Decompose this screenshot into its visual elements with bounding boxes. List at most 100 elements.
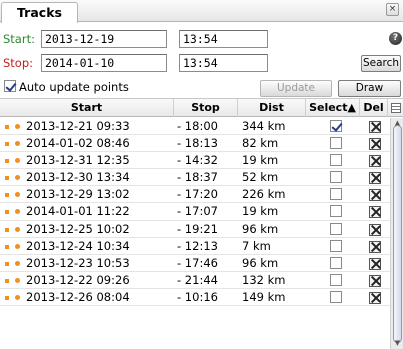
row-select-checkbox[interactable] [330,256,342,269]
row-select-checkbox[interactable] [330,137,342,150]
row-stop: - 18:37 [177,170,218,185]
row-select-checkbox[interactable] [330,205,342,218]
track-marker-icon [5,227,9,232]
delete-icon[interactable] [369,189,381,202]
help-icon[interactable]: ? [389,32,402,45]
row-dist: 149 km [242,289,286,304]
track-point-icon [15,124,20,129]
row-stop: - 21:44 [177,272,218,287]
delete-icon[interactable] [369,155,381,168]
row-start: 2013-12-24 10:34 [26,238,130,253]
stop-date-field[interactable]: 2014-01-10 [41,54,167,72]
delete-icon[interactable] [369,138,381,151]
track-marker-icon [5,193,9,198]
row-select-checkbox[interactable] [330,222,342,235]
column-menu-button[interactable] [388,99,403,117]
row-dist: 132 km [242,272,286,287]
row-select-checkbox[interactable] [330,239,342,252]
table-row[interactable]: 2013-12-30 13:34 - 18:37 52 km [0,169,390,187]
row-stop: - 14:32 [177,153,218,168]
track-list: 2013-12-21 09:33 - 18:00 344 km 2014-01-02 … [0,118,390,307]
columns-menu-icon [391,103,401,113]
vertical-scrollbar[interactable]: ▲ ▼ [390,118,403,349]
delete-icon[interactable] [369,257,381,270]
update-points-button[interactable]: Update points [260,80,332,109]
track-point-icon [15,158,20,164]
row-select-checkbox[interactable] [330,188,342,201]
column-header-start[interactable]: Start [0,99,174,117]
scrollbar-thumb[interactable] [393,125,402,343]
track-point-icon [15,192,20,198]
start-time-field[interactable]: 13:54 [179,30,268,48]
track-marker-icon [5,210,9,215]
delete-icon[interactable] [369,274,381,287]
table-row[interactable]: 2013-12-23 10:53 - 17:46 96 km [0,255,390,272]
table-row[interactable]: 2013-12-24 10:34 - 12:13 7 km [0,238,390,255]
track-point-icon [15,277,20,283]
row-select-checkbox[interactable] [330,290,342,303]
row-start: 2013-12-22 09:26 [26,272,130,287]
row-start: 2013-12-26 08:04 [26,289,130,304]
delete-icon[interactable] [369,121,381,133]
track-marker-icon [5,159,9,164]
track-marker-icon [5,295,9,300]
track-marker-icon [5,142,9,147]
row-dist: 226 km [242,187,286,202]
row-stop: - 17:46 [177,255,218,270]
row-select-checkbox[interactable] [330,273,342,286]
tab-tracks[interactable]: Tracks [1,2,78,23]
row-select-checkbox[interactable] [330,171,342,184]
track-marker-icon [5,278,9,283]
table-row[interactable]: 2013-12-25 10:02 - 19:21 96 km [0,221,390,238]
row-stop: - 17:07 [177,204,218,219]
row-select-checkbox[interactable] [330,154,342,167]
auto-update-checkbox[interactable] [4,80,16,92]
search-button[interactable]: Search [361,55,401,72]
column-header-stop[interactable]: Stop [174,99,238,117]
row-stop: - 18:00 [177,119,218,133]
track-point-icon [15,243,20,249]
delete-icon[interactable] [369,206,381,219]
row-start: 2014-01-01 11:22 [26,204,130,219]
track-point-icon [15,141,20,147]
track-point-icon [15,175,20,181]
table-row[interactable]: 2013-12-21 09:33 - 18:00 344 km [0,118,390,136]
row-select-checkbox[interactable] [330,120,342,132]
delete-icon[interactable] [369,223,381,236]
row-dist: 19 km [242,204,279,219]
delete-icon[interactable] [369,240,381,253]
row-dist: 344 km [242,119,286,133]
draw-tracks-button[interactable]: Draw tracks [338,80,401,109]
table-row[interactable]: 2013-12-29 13:02 - 17:20 226 km [0,186,390,204]
auto-update-label: Auto update points [19,80,129,94]
delete-icon[interactable] [369,172,381,185]
column-header-dist[interactable]: Dist [238,99,306,117]
track-point-icon [15,226,20,232]
stop-time-field[interactable]: 13:54 [179,54,268,72]
delete-icon[interactable] [369,291,381,304]
row-start: 2014-01-02 08:46 [26,136,130,151]
row-start: 2013-12-29 13:02 [26,187,130,202]
table-row[interactable]: 2014-01-01 11:22 - 17:07 19 km [0,203,390,221]
row-stop: - 10:16 [177,289,218,304]
track-point-icon [15,294,20,300]
row-dist: 96 km [242,255,279,270]
track-point-icon [15,260,20,266]
table-row[interactable]: 2013-12-26 08:04 - 10:16 149 km [0,289,390,307]
row-start: 2013-12-25 10:02 [26,221,130,236]
grid-header: Start Stop Dist Select▲ Del [0,98,403,117]
start-date-field[interactable]: 2013-12-19 [41,30,167,48]
row-dist: 52 km [242,170,279,185]
table-row[interactable]: 2013-12-22 09:26 - 21:44 132 km [0,272,390,289]
tab-bar: Tracks × [0,0,403,23]
table-row[interactable]: 2014-01-02 08:46 - 18:13 82 km [0,135,390,153]
row-stop: - 17:20 [177,187,218,202]
scroll-down-icon[interactable]: ▼ [392,338,403,349]
close-icon[interactable]: × [386,3,399,16]
row-start: 2013-12-23 10:53 [26,255,130,270]
row-stop: - 18:13 [177,136,218,151]
column-header-select[interactable]: Select▲ [306,99,360,117]
track-point-icon [15,209,20,215]
table-row[interactable]: 2013-12-31 12:35 - 14:32 19 km [0,152,390,170]
column-header-del[interactable]: Del [360,99,388,117]
